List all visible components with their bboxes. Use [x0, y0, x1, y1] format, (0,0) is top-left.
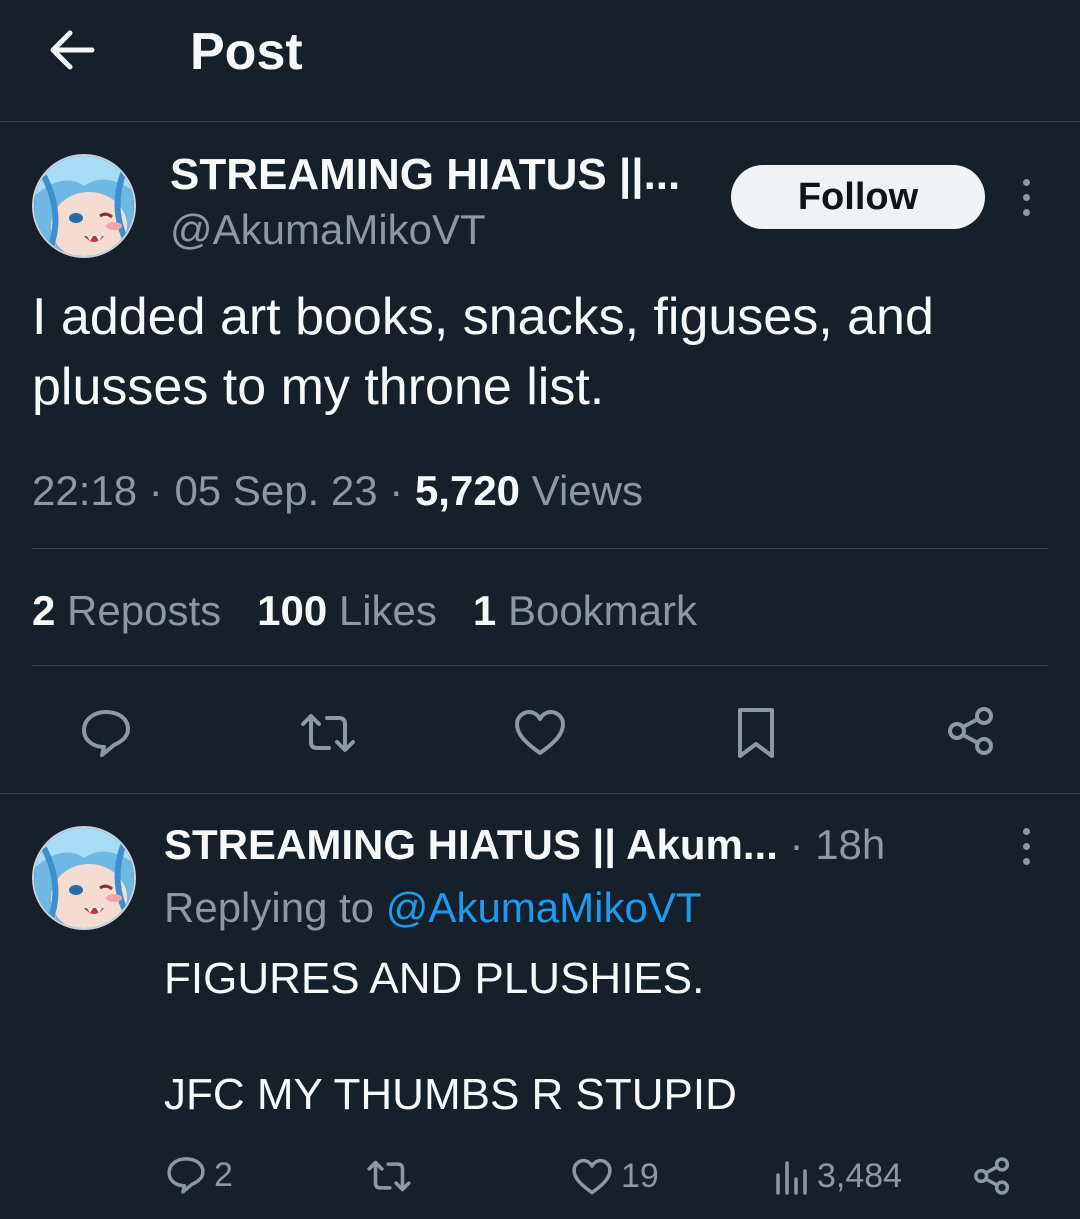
post-stats: 2 Reposts 100 Likes 1 Bookmark — [32, 585, 697, 637]
likes-label: Likes — [338, 587, 437, 634]
reply-likes-count: 19 — [621, 1157, 659, 1195]
more-dot-icon — [1022, 827, 1030, 835]
meta-separator: · — [148, 467, 175, 514]
reply-like-button[interactable]: 19 — [571, 1157, 659, 1196]
reply-text-line — [164, 1008, 737, 1066]
reposts-count: 2 — [32, 587, 56, 634]
meta-separator: · — [789, 821, 816, 868]
post-meta: 22:18 · 05 Sep. 23 · 5,720 Views — [32, 463, 643, 519]
views-count: 5,720 — [414, 467, 521, 514]
more-dot-icon — [1022, 193, 1030, 201]
like-button[interactable] — [511, 705, 569, 761]
reposts-stat[interactable]: 2 Reposts — [32, 585, 221, 637]
author-handle[interactable]: @AkumaMikoVT — [170, 206, 486, 254]
stats-divider — [32, 665, 1048, 666]
reply-views-button[interactable]: 3,484 — [773, 1157, 902, 1196]
reply-avatar[interactable] — [32, 826, 136, 930]
more-dot-icon — [1022, 208, 1030, 216]
share-icon — [974, 1157, 1010, 1195]
reposts-label: Reposts — [67, 587, 222, 634]
header-divider — [0, 121, 1080, 122]
bookmarks-count: 1 — [472, 587, 497, 634]
avatar[interactable] — [32, 154, 136, 258]
views-icon — [776, 1160, 807, 1195]
reply-views-count: 3,484 — [817, 1157, 903, 1195]
share-button[interactable] — [942, 703, 1000, 759]
reply-reply-count: 2 — [214, 1155, 233, 1194]
views-label: Views — [531, 467, 643, 514]
avatar-image — [34, 828, 134, 928]
meta-divider — [32, 548, 1048, 549]
avatar-image — [34, 156, 134, 256]
like-icon — [515, 710, 565, 755]
reply-icon — [82, 710, 130, 757]
follow-button[interactable]: Follow — [731, 165, 985, 229]
share-icon — [948, 707, 993, 755]
reply-share-button[interactable] — [972, 1156, 1012, 1196]
post-date[interactable]: 05 Sep. 23 — [174, 467, 377, 514]
replying-to-handle[interactable]: @AkumaMikoVT — [386, 884, 702, 931]
post-text: I added art books, snacks, figuses, and … — [32, 288, 934, 416]
replying-to: Replying to @AkumaMikoVT — [164, 882, 702, 934]
reply-time[interactable]: 18h — [815, 821, 885, 868]
actions-divider — [0, 793, 1080, 794]
more-dot-icon — [1022, 842, 1030, 850]
reply-reply-button[interactable]: 2 — [166, 1155, 233, 1195]
back-button[interactable] — [40, 22, 104, 78]
reply-text-line: JFC MY THUMBS R STUPID — [164, 1070, 737, 1119]
more-dot-icon — [1022, 857, 1030, 865]
page-title: Post — [190, 23, 303, 81]
likes-count: 100 — [257, 587, 328, 634]
back-arrow-icon — [50, 30, 95, 70]
meta-separator: · — [389, 467, 415, 514]
bookmark-button[interactable] — [728, 703, 784, 763]
like-icon — [572, 1158, 612, 1194]
repost-icon — [301, 714, 355, 752]
post-more-button[interactable] — [1011, 167, 1041, 227]
reply-display-name[interactable]: STREAMING HIATUS || Akum... — [164, 821, 778, 868]
repost-icon — [367, 1160, 411, 1192]
reply-button[interactable] — [76, 705, 136, 761]
author-display-name[interactable]: STREAMING HIATUS ||... — [170, 150, 680, 200]
repost-button[interactable] — [296, 705, 360, 761]
reply-repost-button[interactable] — [366, 1157, 412, 1195]
bookmarks-stat[interactable]: 1 Bookmark — [473, 585, 697, 637]
reply-header: STREAMING HIATUS || Akum... · 18h — [164, 820, 885, 870]
reply-icon — [167, 1157, 205, 1194]
reply-text: FIGURES AND PLUSHIES. JFC MY THUMBS R ST… — [164, 950, 737, 1124]
more-dot-icon — [1022, 178, 1030, 186]
reply-text-line: FIGURES AND PLUSHIES. — [164, 954, 705, 1003]
bookmark-icon — [738, 708, 774, 758]
replying-to-prefix: Replying to — [164, 884, 375, 931]
reply-more-button[interactable] — [1011, 816, 1041, 876]
post-time[interactable]: 22:18 — [32, 467, 137, 514]
bookmarks-label: Bookmark — [507, 587, 698, 634]
likes-stat[interactable]: 100 Likes — [257, 585, 437, 637]
